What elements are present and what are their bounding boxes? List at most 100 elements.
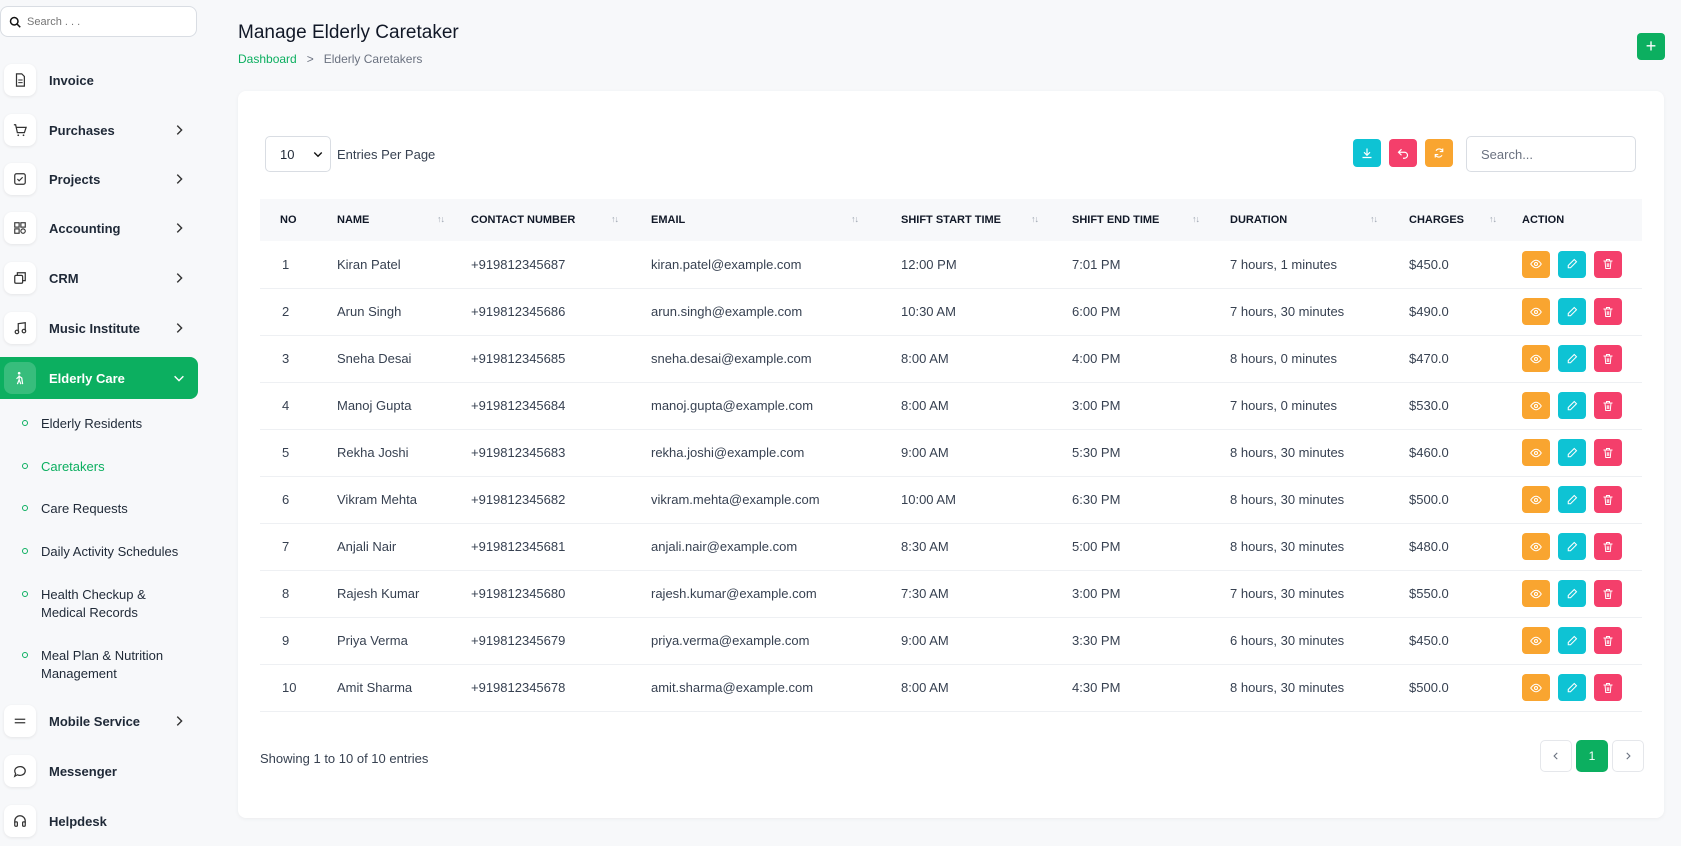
- delete-button[interactable]: [1594, 345, 1622, 372]
- entries-select[interactable]: 10: [265, 136, 331, 172]
- column-header-charges[interactable]: CHARGES ↑↓: [1409, 199, 1522, 241]
- edit-button[interactable]: [1558, 439, 1586, 466]
- sort-icon[interactable]: ↑↓: [1031, 214, 1039, 224]
- view-button[interactable]: [1522, 627, 1550, 654]
- edit-button[interactable]: [1558, 533, 1586, 560]
- view-button[interactable]: [1522, 298, 1550, 325]
- sidebar-item-messenger[interactable]: Messenger: [0, 750, 198, 792]
- sort-icon[interactable]: ↑↓: [611, 214, 619, 224]
- sidebar-item-invoice[interactable]: Invoice: [0, 59, 198, 101]
- music-icon: [14, 322, 27, 335]
- delete-button[interactable]: [1594, 486, 1622, 513]
- column-header-name[interactable]: NAME ↑↓: [337, 199, 471, 241]
- column-header-shift-end-time[interactable]: SHIFT END TIME ↑↓: [1072, 199, 1230, 241]
- sidebar-item-projects[interactable]: Projects: [0, 158, 198, 200]
- cell-row-number: 2: [282, 304, 290, 319]
- cell-row-number: 4: [282, 398, 290, 413]
- column-header-action: ACTION: [1522, 199, 1642, 241]
- cell-shift-end: 5:30 PM: [1072, 445, 1121, 460]
- chevron-right-icon: [176, 273, 183, 283]
- sidebar-item-mobile-service[interactable]: Mobile Service: [0, 700, 198, 742]
- delete-button[interactable]: [1594, 298, 1622, 325]
- sidebar-subitem-care-requests[interactable]: Care Requests: [22, 500, 191, 518]
- column-header-contact-number[interactable]: CONTACT NUMBER ↑↓: [471, 199, 651, 241]
- delete-button[interactable]: [1594, 580, 1622, 607]
- eye-icon: [1530, 354, 1542, 363]
- sidebar-item-accounting[interactable]: Accounting: [0, 207, 198, 249]
- column-header-label: CHARGES: [1409, 214, 1465, 226]
- add-caretaker-button[interactable]: +: [1637, 33, 1665, 60]
- trash-icon: [1603, 541, 1613, 552]
- sort-icon[interactable]: ↑↓: [1489, 214, 1497, 224]
- sidebar-search-input[interactable]: [27, 15, 187, 28]
- cell-row-number: 9: [282, 633, 290, 648]
- view-button[interactable]: [1522, 250, 1550, 278]
- column-header-shift-start-time[interactable]: SHIFT START TIME ↑↓: [901, 199, 1072, 241]
- view-button[interactable]: [1522, 345, 1550, 372]
- edit-button[interactable]: [1558, 250, 1586, 278]
- sidebar-item-label: Helpdesk: [49, 813, 107, 829]
- breadcrumb-dashboard-link[interactable]: Dashboard: [238, 52, 297, 66]
- edit-button[interactable]: [1558, 486, 1586, 513]
- view-button[interactable]: [1522, 674, 1550, 701]
- bullet-icon: [22, 548, 28, 554]
- edit-button[interactable]: [1558, 627, 1586, 654]
- bullet-icon: [22, 420, 28, 426]
- menu-icon: [14, 718, 26, 724]
- view-button[interactable]: [1522, 580, 1550, 607]
- cell-action: [1522, 523, 1642, 570]
- cell-shift-start: 12:00 PM: [901, 256, 957, 272]
- sidebar-subitem-elderly-residents[interactable]: Elderly Residents: [22, 415, 191, 433]
- cell-duration: 8 hours, 0 minutes: [1230, 351, 1337, 366]
- edit-button[interactable]: [1558, 345, 1586, 372]
- sidebar-subitem-meal-plan[interactable]: Meal Plan & Nutrition Management: [22, 647, 191, 683]
- sort-icon[interactable]: ↑↓: [851, 214, 859, 224]
- column-header-label: EMAIL: [651, 214, 686, 226]
- view-button[interactable]: [1522, 533, 1550, 560]
- sidebar-item-helpdesk[interactable]: Helpdesk: [0, 800, 198, 842]
- column-header-duration[interactable]: DURATION ↑↓: [1230, 199, 1409, 241]
- delete-button[interactable]: [1594, 674, 1622, 701]
- edit-button[interactable]: [1558, 392, 1586, 419]
- sidebar-search[interactable]: [0, 6, 197, 37]
- sidebar-item-crm[interactable]: CRM: [0, 257, 198, 299]
- delete-button[interactable]: [1594, 439, 1622, 466]
- sidebar-subitem-daily-activity[interactable]: Daily Activity Schedules: [22, 543, 191, 561]
- prev-page-button[interactable]: [1540, 740, 1572, 772]
- cell-contact-number: +919812345681: [471, 539, 566, 554]
- cell-contact-number: +919812345680: [471, 586, 566, 601]
- sidebar-subitem-caretakers[interactable]: Caretakers: [22, 458, 191, 476]
- delete-button[interactable]: [1594, 250, 1622, 278]
- refresh-button[interactable]: [1425, 139, 1453, 167]
- pencil-icon: [1567, 447, 1578, 457]
- cell-duration: 8 hours, 30 minutes: [1230, 680, 1345, 695]
- delete-button[interactable]: [1594, 627, 1622, 654]
- edit-button[interactable]: [1558, 298, 1586, 325]
- next-page-button[interactable]: [1612, 740, 1644, 772]
- row-actions: [1522, 580, 1642, 607]
- sidebar-item-elderly-care[interactable]: Elderly Care: [0, 357, 198, 399]
- edit-button[interactable]: [1558, 674, 1586, 701]
- sort-icon[interactable]: ↑↓: [1192, 214, 1200, 224]
- cell-charges: $500.0: [1409, 680, 1449, 695]
- reset-button[interactable]: [1389, 139, 1417, 167]
- cell-shift-end: 4:00 PM: [1072, 351, 1121, 366]
- table-search-input[interactable]: [1466, 136, 1636, 172]
- sort-icon[interactable]: ↑↓: [1370, 214, 1378, 224]
- sidebar-item-purchases[interactable]: Purchases: [0, 109, 198, 151]
- sidebar-subitem-health-checkup[interactable]: Health Checkup & Medical Records: [22, 586, 191, 622]
- edit-button[interactable]: [1558, 580, 1586, 607]
- delete-button[interactable]: [1594, 392, 1622, 419]
- page-button-current[interactable]: 1: [1576, 740, 1608, 772]
- sidebar-item-music-institute[interactable]: Music Institute: [0, 307, 198, 349]
- view-button[interactable]: [1522, 439, 1550, 466]
- table-row: 3 Sneha Desai +919812345685 sneha.desai@exa…: [260, 335, 1642, 382]
- download-button[interactable]: [1353, 139, 1381, 167]
- cell-contact-number: +919812345682: [471, 492, 566, 507]
- column-header-email[interactable]: EMAIL ↑↓: [651, 199, 901, 241]
- cell-email: rekha.joshi@example.com: [651, 445, 805, 460]
- view-button[interactable]: [1522, 392, 1550, 419]
- delete-button[interactable]: [1594, 533, 1622, 560]
- sort-icon[interactable]: ↑↓: [437, 214, 445, 224]
- view-button[interactable]: [1522, 486, 1550, 513]
